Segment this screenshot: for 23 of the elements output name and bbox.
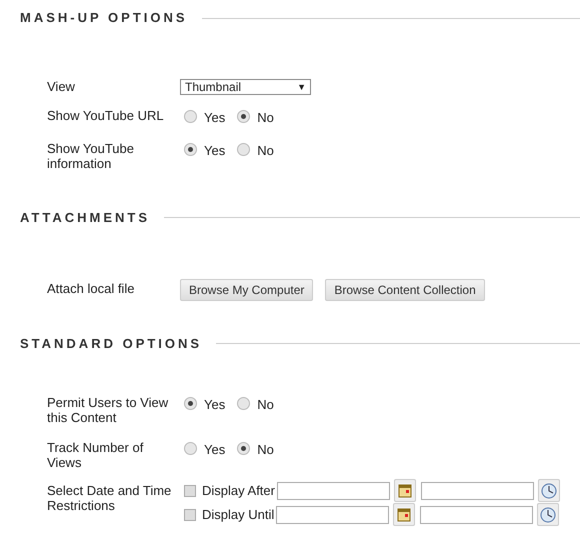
option-label: Yes	[204, 440, 226, 458]
view-dropdown[interactable]: Thumbnail ▼	[180, 79, 311, 95]
field-label: Track Number of Views	[47, 440, 144, 470]
field-label: Show YouTube URL	[47, 108, 165, 125]
field-label: Select Date and Time Restrictions	[47, 482, 172, 514]
browse-button[interactable]: Browse My Computer	[180, 278, 314, 300]
browse-button[interactable]: Browse Content Collection	[325, 278, 485, 300]
option-label: No	[257, 109, 274, 127]
checkbox-label: Display Until	[202, 506, 274, 524]
option-label: No	[257, 142, 274, 160]
option-label: Yes	[204, 396, 226, 414]
checkbox-label: Display After	[202, 482, 275, 500]
option-label: No	[257, 396, 274, 414]
section-heading: ATTACHMENTS	[20, 208, 150, 227]
section-heading: MASH-UP OPTIONS	[20, 9, 188, 28]
field-label: View	[47, 79, 76, 95]
section-heading: STANDARD OPTIONS	[20, 334, 202, 353]
field-label: Permit Users to View this Content	[47, 394, 170, 424]
option-label: Yes	[204, 142, 226, 160]
option-label: No	[257, 440, 274, 458]
option-label: Yes	[204, 109, 226, 127]
field-label: Attach local file	[47, 280, 136, 298]
field-label: Show YouTube information	[47, 140, 135, 170]
